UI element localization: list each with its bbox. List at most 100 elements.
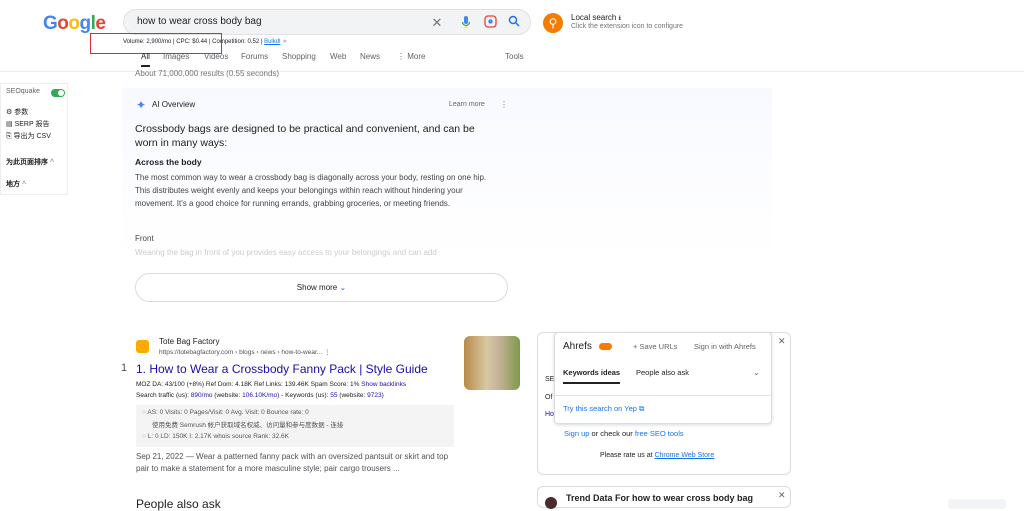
local-search-extension-icon[interactable]: ⚲ (543, 13, 563, 33)
more-options-icon[interactable]: ⋮ (500, 100, 508, 109)
result-url[interactable]: https://totebagfactory.com › blogs › new… (159, 348, 330, 356)
external-link-icon: ⧉ (639, 404, 645, 413)
tab-all[interactable]: All (141, 52, 150, 67)
tab-web[interactable]: Web (330, 52, 346, 61)
sidebar-sort[interactable]: 为此页面排序 ^ (6, 157, 54, 167)
tab-people-also-ask[interactable]: People also ask (636, 368, 689, 377)
seoquake-sidebar: SEOquake ⚙ 参数 ▤ SERP 报告 ⎘ 导出为 CSV 为此页面排序… (0, 83, 68, 195)
sidebar-item-serp-report[interactable]: ▤ SERP 报告 (6, 119, 49, 129)
close-icon[interactable]: ✕ (778, 336, 786, 347)
rate-us-text: Please rate us at (600, 452, 655, 459)
result-snippet: Sep 21, 2022 — Wear a patterned fanny pa… (136, 452, 449, 473)
side-fragment: Of (545, 394, 553, 401)
ai-sparkle-icon: ✦ (136, 98, 147, 112)
metrics-label: ) (381, 392, 384, 399)
ai-overview-next-section: Front (135, 234, 154, 243)
gear-icon: ⚙ (6, 109, 15, 116)
export-icon: ⎘ (6, 133, 14, 140)
learn-more-link[interactable]: Learn more (449, 101, 485, 108)
tab-shopping[interactable]: Shopping (282, 52, 316, 61)
save-urls-button[interactable]: + Save URLs (633, 342, 677, 351)
logo-letter: o (68, 13, 80, 34)
ai-overview-faded-text: Wearing the bag in front of you provides… (135, 248, 437, 257)
semrush-row-1-text: AS: 0 Visits: 0 Pages/Visit: 0 Avg. Visi… (147, 409, 309, 416)
tab-videos[interactable]: Videos (204, 52, 228, 61)
semrush-connect-text[interactable]: 使用免费 Semrush 帐户获取域名权威、访问量和参与度数据 - 连接 (152, 419, 343, 429)
site-favicon[interactable] (136, 340, 149, 353)
chevron-down-icon: ⌄ (339, 283, 347, 292)
feedback-button[interactable] (948, 499, 1006, 509)
tab-more-label: More (407, 52, 426, 61)
sidebar-item-export-csv[interactable]: ⎘ 导出为 CSV (6, 131, 51, 141)
ai-overview-subheading: Across the body (135, 157, 202, 167)
sign-in-ahrefs-link[interactable]: Sign in with Ahrefs (694, 342, 756, 351)
keywords-site-value[interactable]: 9723 (367, 392, 381, 399)
traffic-value[interactable]: 890/mo (191, 392, 213, 399)
people-also-ask-heading: People also ask (136, 497, 221, 511)
star-icon[interactable]: ★ (282, 39, 287, 45)
metrics-label: (website: (337, 392, 368, 399)
ahrefs-toggle[interactable] (599, 343, 612, 350)
metrics-label: Search traffic (us): (136, 392, 191, 399)
ahrefs-signup-line: Sign up or check our free SEO tools (564, 429, 684, 438)
ahrefs-divider (555, 395, 771, 396)
highlight-annotation-box (90, 33, 222, 54)
microphone-icon[interactable] (458, 15, 474, 31)
semrush-row-3-text: L: 0 LD: 150K I: 2.17K whois source Rank… (147, 433, 290, 440)
logo-letter: o (57, 13, 69, 34)
semrush-row-1: ○ AS: 0 Visits: 0 Pages/Visit: 0 Avg. Vi… (142, 409, 309, 416)
search-bar[interactable]: how to wear cross body bag ✕ (123, 9, 531, 35)
sidebar-sort-label: 为此页面排序 (6, 159, 48, 166)
seoquake-brand: SEOquake (6, 88, 40, 95)
result-title-link[interactable]: 1. How to Wear a Crossbody Fanny Pack | … (136, 362, 428, 376)
result-thumbnail[interactable] (464, 336, 520, 390)
sidebar-item-label: 导出为 CSV (13, 133, 51, 140)
seoquake-toggle[interactable] (51, 89, 65, 97)
show-backlinks-link[interactable]: Show backlinks (361, 381, 406, 388)
tab-tools[interactable]: Tools (505, 52, 524, 61)
more-options-icon[interactable]: ⋮ (324, 349, 331, 356)
side-fragment[interactable]: Ho (545, 411, 554, 418)
show-more-button[interactable]: Show more ⌄ (135, 273, 508, 302)
result-site-name[interactable]: Tote Bag Factory (159, 337, 219, 346)
chrome-web-store-link[interactable]: Chrome Web Store (654, 452, 714, 459)
chevron-up-icon: ^ (49, 159, 55, 166)
traffic-site-value[interactable]: 106.10K/mo (242, 392, 277, 399)
google-logo[interactable]: Google (43, 13, 106, 35)
ai-overview-paragraph: The most common way to wear a crossbody … (135, 173, 487, 208)
yep-label: Try this search on Yep (563, 404, 637, 413)
logo-letter: e (95, 13, 106, 34)
semrush-row-3: ○ L: 0 LD: 150K I: 2.17K whois source Ra… (142, 433, 289, 440)
tab-forums[interactable]: Forums (241, 52, 268, 61)
lens-icon[interactable] (482, 15, 498, 31)
free-seo-tools-link[interactable]: free SEO tools (635, 429, 684, 438)
logo-letter: G (43, 13, 58, 34)
yep-search-link[interactable]: Try this search on Yep ⧉ (563, 404, 644, 414)
local-search-subtitle: Click the extension icon to configure (571, 23, 684, 30)
chevron-down-icon[interactable]: ⌄ (753, 368, 760, 377)
logo-letter: g (79, 13, 92, 34)
bulkdl-link[interactable]: Bulkdl (264, 39, 280, 45)
side-fragment: SE (545, 376, 555, 383)
result-url-text: https://totebagfactory.com › blogs › new… (159, 349, 323, 356)
tab-images[interactable]: Images (163, 52, 189, 61)
sidebar-item-label: 参数 (14, 109, 29, 116)
sidebar-item-params[interactable]: ⚙ 参数 (6, 107, 28, 117)
clear-icon[interactable]: ✕ (429, 15, 445, 31)
sidebar-region[interactable]: 地方 ^ (6, 179, 26, 189)
search-icon[interactable] (506, 15, 522, 31)
tab-news[interactable]: News (360, 52, 380, 61)
close-icon[interactable]: ✕ (778, 490, 786, 501)
ahrefs-title: Ahrefs (563, 341, 592, 352)
seoquake-rank-number: 1 (121, 362, 128, 374)
sign-up-link[interactable]: Sign up (564, 429, 589, 438)
result-metrics-line1: MOZ DA: 43/100 (+8%) Ref Dom: 4.18K Ref … (136, 381, 406, 388)
metrics-text: MOZ DA: 43/100 (+8%) Ref Dom: 4.18K Ref … (136, 381, 360, 388)
search-input[interactable]: how to wear cross body bag (137, 16, 262, 27)
tab-more[interactable]: ⋮ More (397, 52, 425, 61)
semrush-panel: ○ AS: 0 Visits: 0 Pages/Visit: 0 Avg. Vi… (136, 405, 454, 447)
signup-connector-text: or check our (589, 429, 635, 438)
keywords-value[interactable]: 55 (330, 392, 337, 399)
metrics-label: ) - Keywords (us): (277, 392, 331, 399)
tab-keywords-ideas[interactable]: Keywords ideas (563, 368, 621, 384)
